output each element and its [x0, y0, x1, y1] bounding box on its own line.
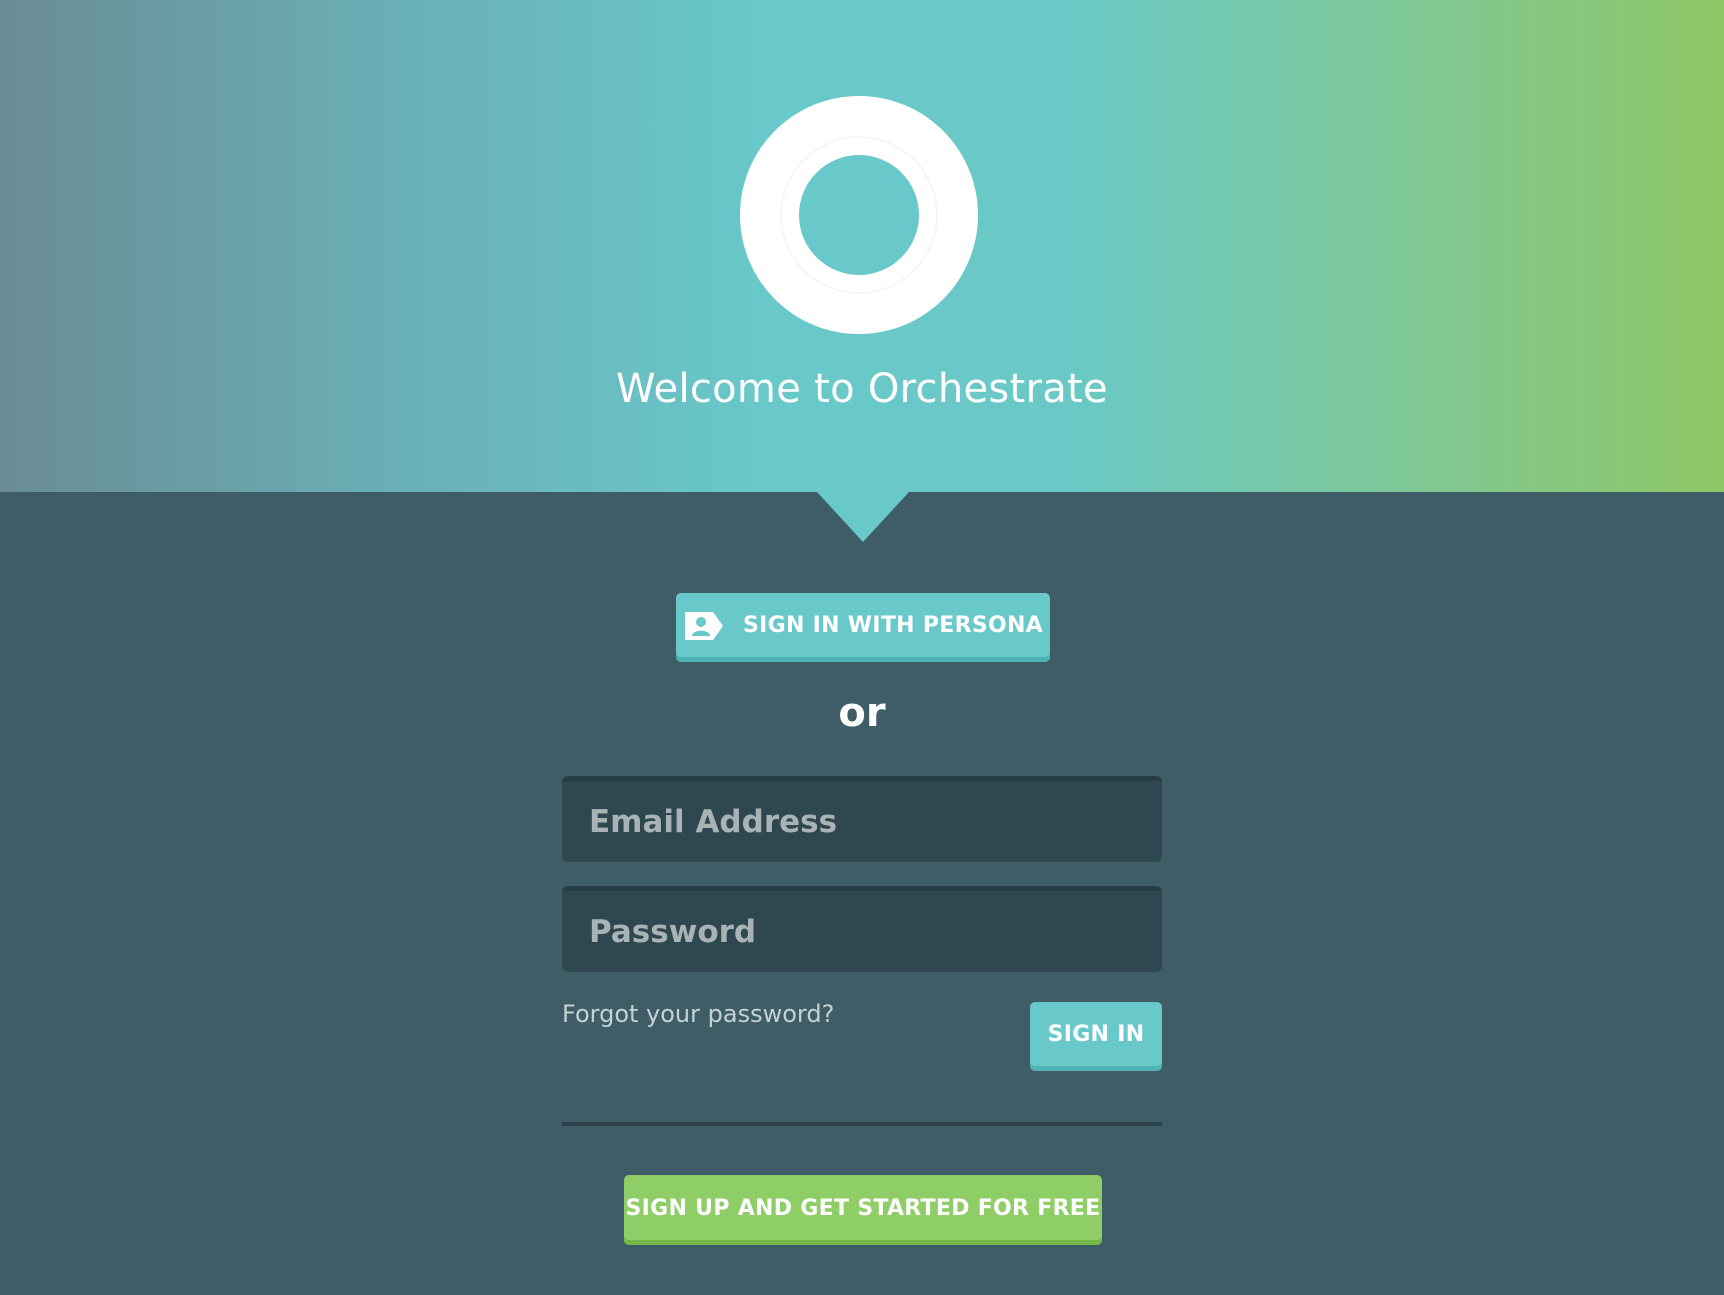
signin-button-label: SIGN IN — [1047, 1022, 1145, 1047]
persona-signin-button[interactable]: SIGN IN WITH PERSONA — [676, 593, 1050, 662]
header-pointer — [817, 492, 909, 542]
password-field[interactable] — [562, 886, 1162, 972]
page-title: Welcome to Orchestrate — [616, 366, 1108, 412]
header-banner: Welcome to Orchestrate — [0, 0, 1724, 492]
signup-button-label: SIGN UP AND GET STARTED FOR FREE — [625, 1195, 1101, 1221]
form-divider — [562, 1122, 1162, 1126]
persona-id-card-icon — [684, 611, 723, 640]
signin-button[interactable]: SIGN IN — [1030, 1002, 1162, 1071]
forgot-password-link[interactable]: Forgot your password? — [562, 1000, 834, 1028]
or-separator: or — [838, 690, 886, 736]
signup-button[interactable]: SIGN UP AND GET STARTED FOR FREE — [624, 1175, 1102, 1245]
persona-button-label: SIGN IN WITH PERSONA — [742, 613, 1044, 638]
email-field[interactable] — [562, 776, 1162, 862]
ring-logo-icon — [740, 96, 978, 334]
